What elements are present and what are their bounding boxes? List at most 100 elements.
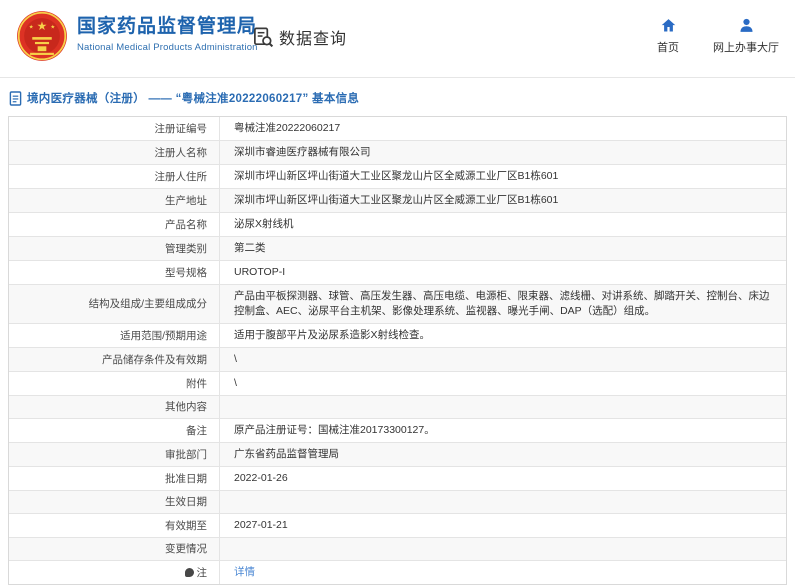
document-icon — [9, 91, 22, 106]
row-label: 生效日期 — [9, 491, 219, 513]
row-label-text: 注 — [197, 566, 208, 580]
row-label: 注册证编号 — [9, 117, 219, 140]
row-value-cell: 第二类 — [219, 237, 786, 260]
row-label: 生产地址 — [9, 189, 219, 212]
table-row: 结构及组成/主要组成成分 产品由平板探测器、球管、高压发生器、高压电缆、电源柜、限… — [9, 284, 786, 323]
row-value: 产品由平板探测器、球管、高压发生器、高压电缆、电源柜、限束器、滤线栅、对讲系统、… — [234, 289, 772, 319]
row-value-cell: 2027-01-21 — [219, 514, 786, 537]
row-label: 型号规格 — [9, 261, 219, 284]
row-label-text: 产品储存条件及有效期 — [102, 353, 207, 367]
row-value-cell: 适用于腹部平片及泌尿系造影X射线检查。 — [219, 324, 786, 347]
table-row: 变更情况 — [9, 537, 786, 560]
row-label-text: 产品名称 — [165, 218, 207, 232]
row-label-text: 备注 — [186, 424, 207, 438]
row-label-text: 注册人住所 — [155, 170, 208, 184]
table-row: 注册证编号粤械注准20222060217 — [9, 117, 786, 140]
row-label-text: 其他内容 — [165, 400, 207, 414]
table-row: 产品名称 泌尿X射线机 — [9, 212, 786, 236]
row-label: 适用范围/预期用途 — [9, 324, 219, 347]
row-label: 注册人名称 — [9, 141, 219, 164]
row-label: 审批部门 — [9, 443, 219, 466]
row-label-text: 有效期至 — [165, 519, 207, 533]
svg-text:★: ★ — [37, 19, 48, 33]
row-value-cell: 泌尿X射线机 — [219, 213, 786, 236]
row-value-cell: 粤械注准20222060217 — [219, 117, 786, 140]
row-value: 适用于腹部平片及泌尿系造影X射线检查。 — [234, 328, 430, 343]
row-label-text: 批准日期 — [165, 472, 207, 486]
row-label: 备注 — [9, 419, 219, 442]
agency-titles: 国家药品监督管理局 National Medical Products Admi… — [77, 15, 258, 53]
row-label-text: 审批部门 — [165, 448, 207, 462]
row-value-cell: 原产品注册证号：国械注准20173300127。 — [219, 419, 786, 442]
nav-item-service-hall[interactable]: 网上办事大厅 — [713, 17, 779, 55]
row-value: 2022-01-26 — [234, 471, 288, 486]
nav-item-home[interactable]: 首页 — [657, 17, 679, 55]
row-label: 产品储存条件及有效期 — [9, 348, 219, 371]
row-label-text: 附件 — [186, 377, 207, 391]
user-icon — [738, 17, 755, 34]
table-row: 注册人住所 深圳市坪山新区坪山街道大工业区聚龙山片区全威源工业厂区B1栋601 — [9, 164, 786, 188]
row-value: 第二类 — [234, 241, 266, 256]
row-label-text: 生产地址 — [165, 194, 207, 208]
row-value: 2027-01-21 — [234, 518, 288, 533]
row-label-text: 结构及组成/主要组成成分 — [89, 297, 207, 311]
table-row: 附件 \ — [9, 371, 786, 395]
row-label-text: 型号规格 — [165, 266, 207, 280]
row-label: 附件 — [9, 372, 219, 395]
row-label: 注 — [9, 561, 219, 584]
data-query-label: 数据查询 — [279, 25, 347, 49]
row-label: 管理类别 — [9, 237, 219, 260]
row-value: 深圳市坪山新区坪山街道大工业区聚龙山片区全威源工业厂区B1栋601 — [234, 169, 558, 184]
home-icon — [660, 17, 677, 34]
row-label: 其他内容 — [9, 396, 219, 418]
table-row: 批准日期 2022-01-26 — [9, 466, 786, 490]
row-value: 深圳市睿迪医疗器械有限公司 — [234, 145, 371, 160]
row-label: 注册人住所 — [9, 165, 219, 188]
svg-text:★: ★ — [29, 24, 34, 30]
header-nav: 首页 网上办事大厅 — [657, 17, 779, 55]
row-value: 深圳市坪山新区坪山街道大工业区聚龙山片区全威源工业厂区B1栋601 — [234, 193, 558, 208]
national-emblem-logo: ★ ★ ★ — [16, 10, 68, 62]
site-header: ★ ★ ★ 国家药品监督管理局 National Medical Product… — [0, 0, 795, 78]
row-label: 有效期至 — [9, 514, 219, 537]
row-label-text: 注册证编号 — [155, 122, 208, 136]
row-value-cell — [219, 538, 786, 560]
breadcrumb: 境内医疗器械（注册） —— “粤械注准20222060217” 基本信息 — [0, 78, 795, 116]
row-label-text: 生效日期 — [165, 495, 207, 509]
row-value: 原产品注册证号：国械注准20173300127。 — [234, 423, 435, 438]
note-tooltip-icon[interactable] — [185, 568, 194, 577]
row-value-cell: 深圳市坪山新区坪山街道大工业区聚龙山片区全威源工业厂区B1栋601 — [219, 165, 786, 188]
table-row: 生效日期 — [9, 490, 786, 513]
table-row: 管理类别第二类 — [9, 236, 786, 260]
row-label-text: 适用范围/预期用途 — [120, 329, 207, 343]
row-label: 批准日期 — [9, 467, 219, 490]
row-value-cell: 产品由平板探测器、球管、高压发生器、高压电缆、电源柜、限束器、滤线栅、对讲系统、… — [219, 285, 786, 323]
table-row: 有效期至 2027-01-21 — [9, 513, 786, 537]
table-row: 生产地址 深圳市坪山新区坪山街道大工业区聚龙山片区全威源工业厂区B1栋601 — [9, 188, 786, 212]
table-row: 型号规格 UROTOP-I — [9, 260, 786, 284]
table-row: 注册人名称 深圳市睿迪医疗器械有限公司 — [9, 140, 786, 164]
agency-title: 国家药品监督管理局 — [77, 15, 258, 39]
row-label: 结构及组成/主要组成成分 — [9, 285, 219, 323]
row-value: \ — [234, 352, 237, 367]
table-row: 备注 原产品注册证号：国械注准20173300127。 — [9, 418, 786, 442]
row-value: \ — [234, 376, 237, 391]
data-query-nav[interactable]: 数据查询 — [252, 25, 347, 49]
row-value-cell: \ — [219, 372, 786, 395]
row-value-cell — [219, 396, 786, 418]
nav-item-label: 网上办事大厅 — [713, 39, 779, 55]
row-value-cell: UROTOP-I — [219, 261, 786, 284]
table-row: 注 详情 — [9, 560, 786, 584]
row-label-text: 变更情况 — [165, 542, 207, 556]
row-value: 泌尿X射线机 — [234, 217, 294, 232]
row-label: 变更情况 — [9, 538, 219, 560]
table-row: 产品储存条件及有效期 \ — [9, 347, 786, 371]
svg-text:★: ★ — [50, 24, 55, 30]
table-row: 审批部门广东省药品监督管理局 — [9, 442, 786, 466]
row-value-cell: \ — [219, 348, 786, 371]
row-value-cell: 深圳市睿迪医疗器械有限公司 — [219, 141, 786, 164]
row-value-cell: 2022-01-26 — [219, 467, 786, 490]
detail-link[interactable]: 详情 — [234, 565, 255, 580]
row-label-text: 注册人名称 — [155, 146, 208, 160]
info-table: 注册证编号粤械注准20222060217注册人名称深圳市睿迪医疗器械有限公司注册… — [8, 116, 787, 585]
